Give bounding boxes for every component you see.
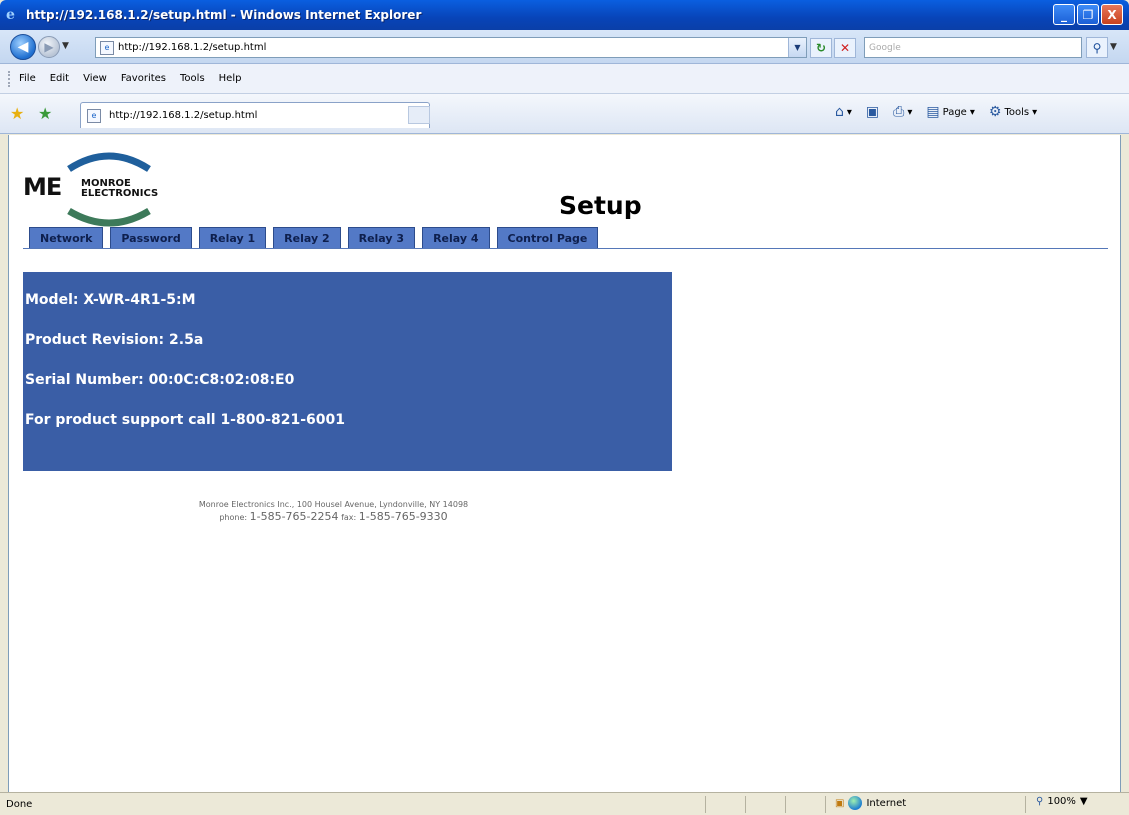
page-footer: Monroe Electronics Inc., 100 Housel Aven… bbox=[9, 499, 658, 524]
print-icon: ⎙ bbox=[893, 104, 905, 120]
status-divider bbox=[825, 796, 826, 813]
protected-mode-icon: ▣ bbox=[835, 797, 845, 809]
footer-contact: phone: 1-585-765-2254 fax: 1-585-765-933… bbox=[9, 511, 658, 524]
tab-underline bbox=[23, 248, 1108, 249]
setup-nav-tabs: Network Password Relay 1 Relay 2 Relay 3… bbox=[29, 227, 599, 249]
print-button[interactable]: ⎙ ▾ bbox=[893, 104, 912, 120]
tab-password[interactable]: Password bbox=[110, 227, 192, 249]
minimize-button[interactable]: _ bbox=[1053, 4, 1075, 25]
close-button[interactable]: X bbox=[1101, 4, 1123, 25]
window-titlebar: e http://192.168.1.2/setup.html - Window… bbox=[0, 0, 1129, 30]
device-info-panel: Model: X-WR-4R1-5:M Product Revision: 2.… bbox=[23, 272, 672, 471]
ie-logo-icon: e bbox=[6, 7, 15, 23]
footer-fax: 1-585-765-9330 bbox=[358, 510, 448, 523]
search-icon: ⚲ bbox=[1092, 40, 1102, 55]
support-text: For product support call 1-800-821-6001 bbox=[25, 412, 346, 428]
new-tab-button[interactable] bbox=[408, 106, 430, 124]
zone-label: Internet bbox=[866, 797, 907, 809]
stop-icon: ✕ bbox=[839, 41, 851, 55]
logo-text-line2: ELECTRONICS bbox=[81, 188, 159, 199]
tab-relay-2[interactable]: Relay 2 bbox=[273, 227, 341, 249]
menu-file[interactable]: File bbox=[19, 73, 36, 84]
page-menu-button[interactable]: ▤ Page ▾ bbox=[926, 104, 974, 120]
menu-edit[interactable]: Edit bbox=[50, 73, 69, 84]
footer-fax-label: fax: bbox=[341, 513, 357, 522]
search-options-icon[interactable]: ▼ bbox=[1110, 42, 1117, 52]
tab-network[interactable]: Network bbox=[29, 227, 104, 249]
tab-relay-3[interactable]: Relay 3 bbox=[347, 227, 416, 249]
tools-gear-icon: ⚙ bbox=[988, 104, 1002, 120]
menu-view[interactable]: View bbox=[83, 73, 107, 84]
status-divider bbox=[705, 796, 706, 813]
home-icon: ⌂ bbox=[835, 104, 844, 120]
search-button[interactable]: ⚲ bbox=[1086, 37, 1108, 58]
tab-relay-4[interactable]: Relay 4 bbox=[422, 227, 490, 249]
security-zone[interactable]: ▣ Internet bbox=[835, 796, 906, 810]
page-menu-icon: ▤ bbox=[926, 104, 940, 120]
tools-menu-button[interactable]: ⚙ Tools ▾ bbox=[989, 104, 1037, 120]
back-arrow-icon: ◀ bbox=[17, 39, 29, 55]
history-dropdown-icon[interactable]: ▼ bbox=[62, 41, 69, 51]
address-url[interactable]: http://192.168.1.2/setup.html bbox=[118, 42, 266, 53]
internet-globe-icon bbox=[848, 796, 863, 810]
status-bar: Done ▣ Internet ⚲ 100% ▼ bbox=[0, 792, 1129, 815]
footer-phone: 1-585-765-2254 bbox=[249, 510, 339, 523]
zoom-level: 100% bbox=[1047, 796, 1076, 807]
feeds-button[interactable]: ▣ bbox=[866, 104, 879, 120]
browser-tab[interactable]: e http://192.168.1.2/setup.html bbox=[80, 102, 430, 128]
menu-help[interactable]: Help bbox=[219, 73, 242, 84]
tools-menu-label: Tools bbox=[1004, 106, 1030, 118]
logo-mark: ME bbox=[23, 173, 62, 201]
model-text: Model: X-WR-4R1-5:M bbox=[25, 292, 196, 308]
address-dropdown-icon[interactable]: ▼ bbox=[788, 38, 806, 57]
forward-arrow-icon: ▶ bbox=[44, 40, 54, 54]
stop-button[interactable]: ✕ bbox=[834, 38, 856, 58]
zoom-icon: ⚲ bbox=[1036, 796, 1044, 807]
page-icon: e bbox=[100, 40, 114, 55]
tab-control-page[interactable]: Control Page bbox=[496, 227, 599, 249]
tab-label: http://192.168.1.2/setup.html bbox=[109, 110, 258, 121]
favorites-star-icon[interactable]: ★ bbox=[10, 104, 24, 123]
zoom-dropdown-icon[interactable]: ▼ bbox=[1080, 796, 1088, 807]
toolbar-grip[interactable] bbox=[8, 70, 11, 87]
refresh-button[interactable]: ↻ bbox=[810, 38, 832, 58]
tab-toolbar: ★ ★ e http://192.168.1.2/setup.html ⌂ ▾ ▣… bbox=[0, 94, 1129, 134]
web-content: ME MONROE ELECTRONICS Setup Network Pass… bbox=[8, 135, 1121, 792]
add-favorites-icon[interactable]: ★ bbox=[38, 104, 52, 123]
search-input[interactable]: Google bbox=[864, 37, 1082, 58]
feeds-icon: ▣ bbox=[865, 104, 880, 120]
status-divider bbox=[745, 796, 746, 813]
window-controls: _ ❐ X bbox=[1053, 4, 1123, 25]
menu-bar: File Edit View Favorites Tools Help bbox=[0, 64, 1129, 94]
address-bar[interactable]: e http://192.168.1.2/setup.html ▼ bbox=[95, 37, 807, 58]
back-button[interactable]: ◀ bbox=[10, 34, 36, 60]
home-button[interactable]: ⌂ ▾ bbox=[835, 104, 852, 120]
page-title: Setup bbox=[559, 191, 642, 220]
menu-favorites[interactable]: Favorites bbox=[121, 73, 166, 84]
page-menu-label: Page bbox=[942, 106, 967, 118]
status-divider bbox=[785, 796, 786, 813]
status-divider bbox=[1025, 796, 1026, 813]
maximize-button[interactable]: ❐ bbox=[1077, 4, 1099, 25]
menu-tools[interactable]: Tools bbox=[180, 73, 205, 84]
serial-text: Serial Number: 00:0C:C8:02:08:E0 bbox=[25, 372, 295, 388]
forward-button[interactable]: ▶ bbox=[38, 36, 60, 58]
zoom-control[interactable]: ⚲ 100% ▼ bbox=[1036, 796, 1088, 807]
window-title: http://192.168.1.2/setup.html - Windows … bbox=[26, 8, 422, 22]
logo-text: MONROE ELECTRONICS bbox=[81, 179, 158, 199]
command-bar: ⌂ ▾ ▣ ⎙ ▾ ▤ Page ▾ ⚙ Tools ▾ bbox=[835, 104, 1037, 120]
status-text: Done bbox=[6, 798, 33, 810]
refresh-icon: ↻ bbox=[815, 41, 827, 55]
tab-relay-1[interactable]: Relay 1 bbox=[198, 227, 267, 249]
address-toolbar: ◀ ▶ ▼ e http://192.168.1.2/setup.html ▼ … bbox=[0, 30, 1129, 64]
tab-page-icon: e bbox=[87, 108, 101, 123]
monroe-logo: ME MONROE ELECTRONICS bbox=[19, 147, 189, 227]
revision-text: Product Revision: 2.5a bbox=[25, 332, 204, 348]
footer-phone-label: phone: bbox=[219, 513, 248, 522]
